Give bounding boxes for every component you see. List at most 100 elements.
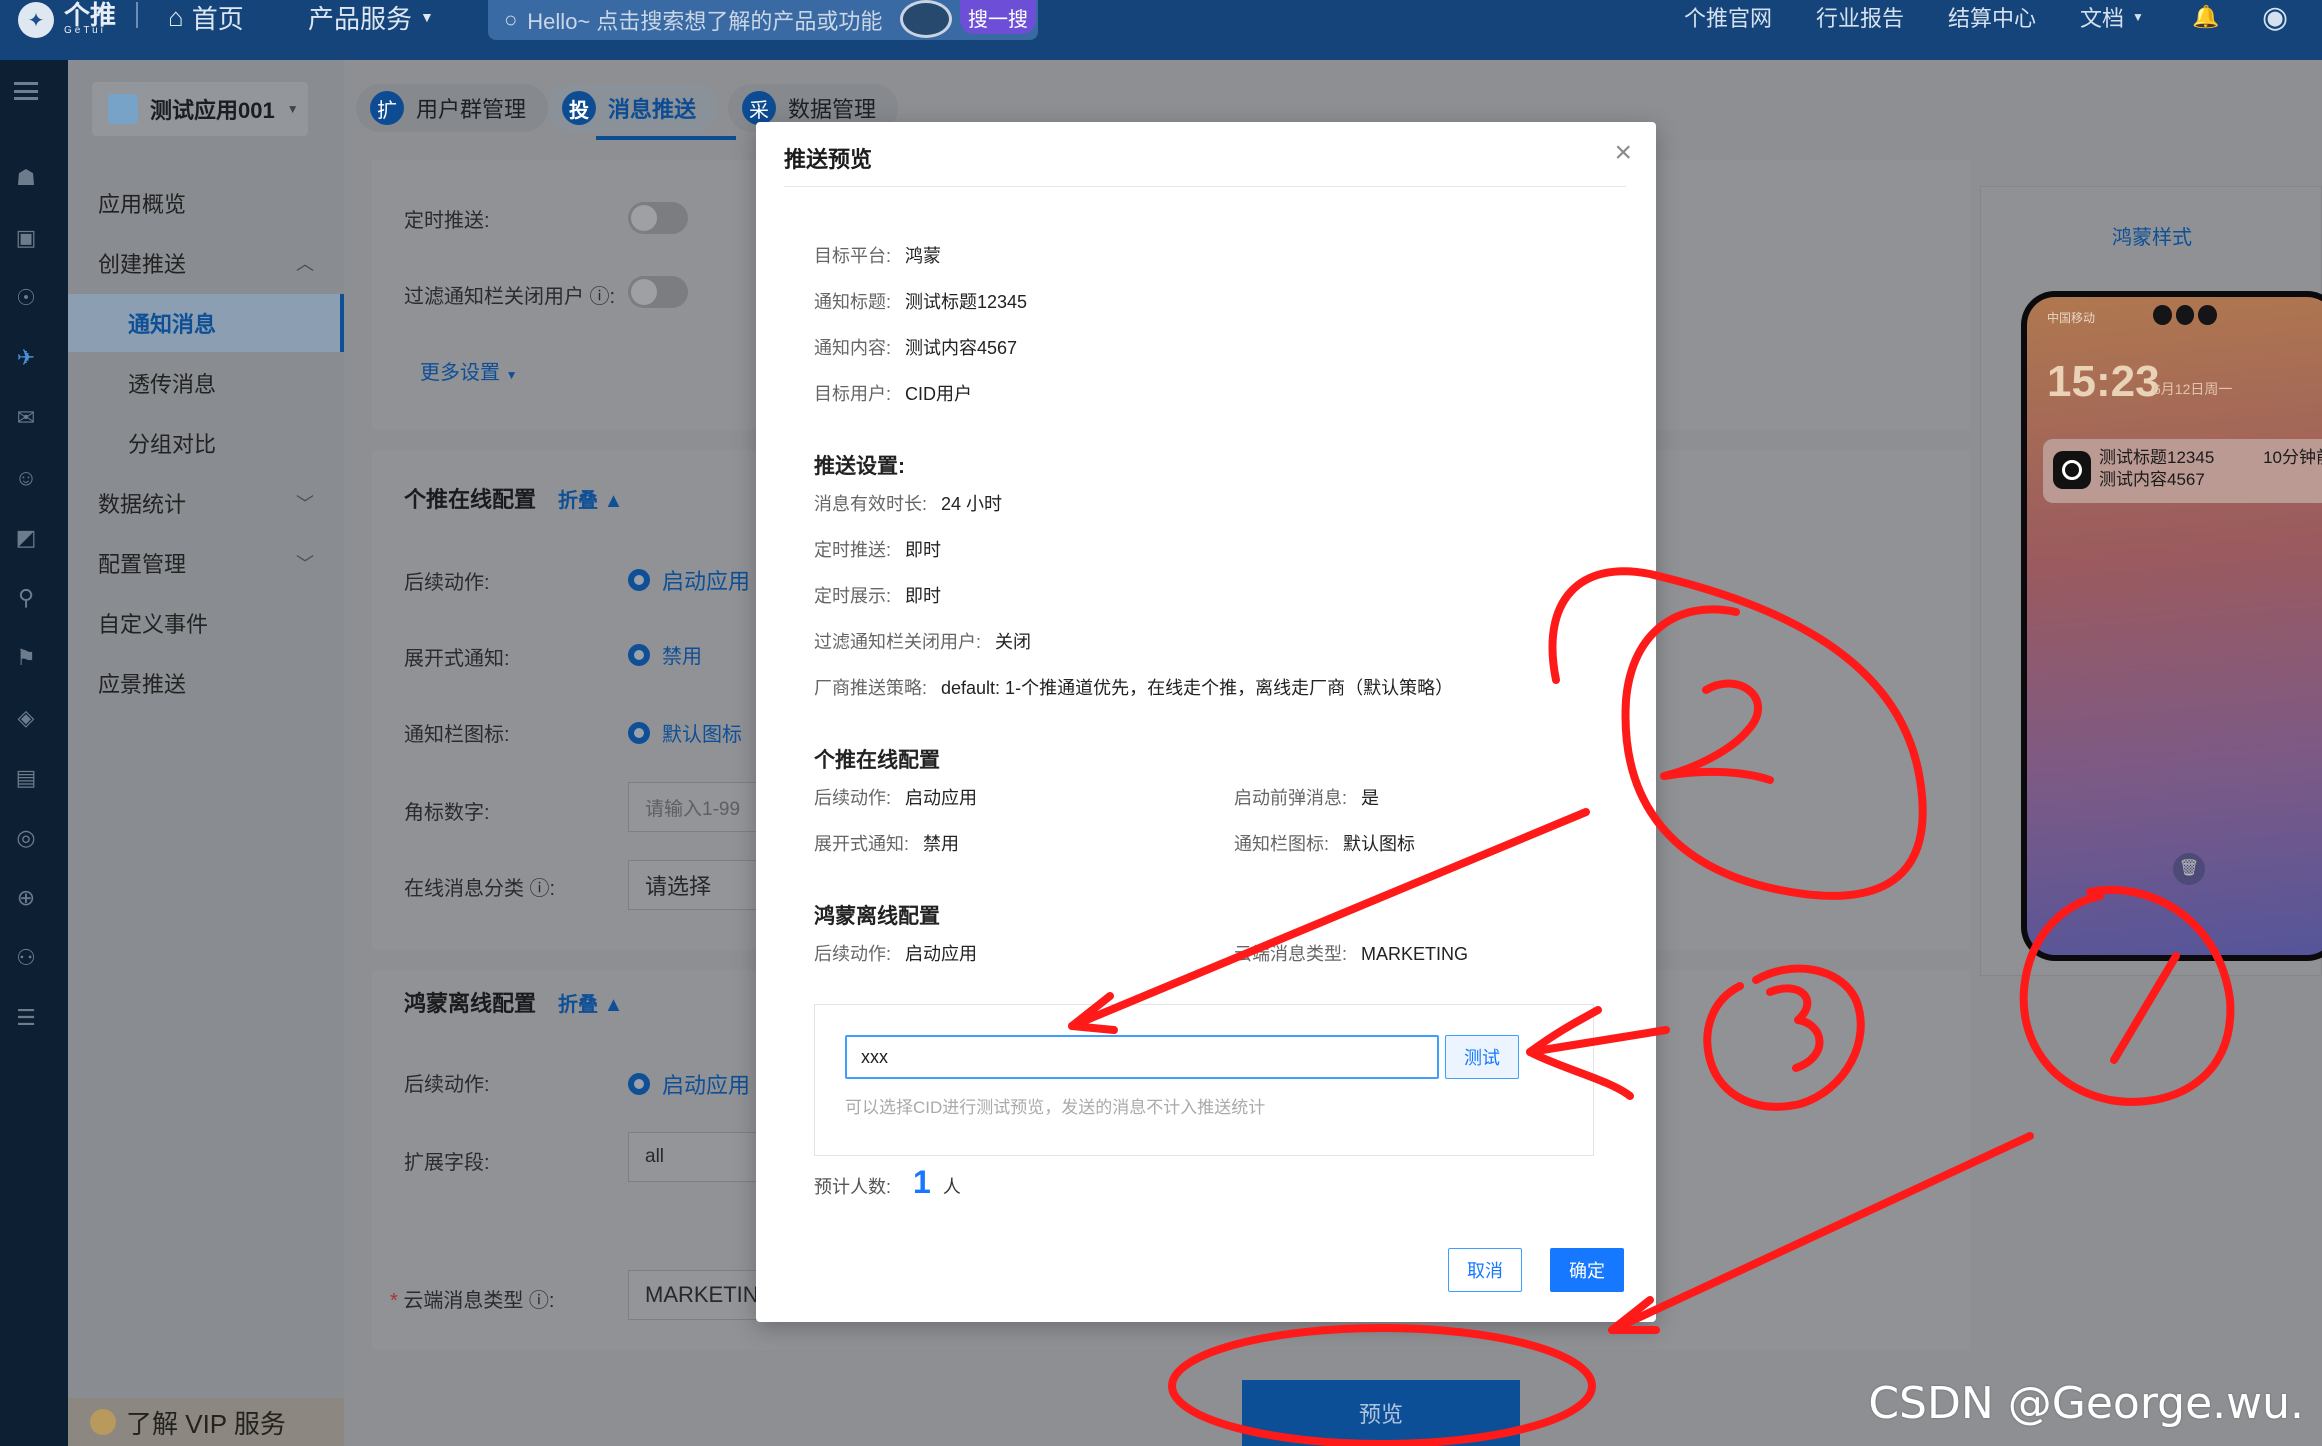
- app-selector[interactable]: 测试应用001 ▼: [92, 82, 308, 136]
- fold-toggle[interactable]: 折叠 ▲: [558, 988, 623, 1017]
- sidebar-item-notification[interactable]: 通知消息: [68, 294, 344, 352]
- magnifier-icon[interactable]: ⊕: [12, 886, 40, 910]
- mail-icon[interactable]: ✉: [12, 406, 40, 430]
- scheduled-push-label: 定时推送:: [404, 210, 490, 232]
- follow-action-radio[interactable]: 启动应用: [628, 564, 750, 596]
- kv-value: 即时: [905, 586, 942, 606]
- kv-vendor-strategy: 厂商推送策略: default: 1-个推通道优先，在线走个推，离线走厂商（默认策…: [814, 674, 1453, 700]
- kv-key: 通知栏图标:: [1234, 834, 1330, 854]
- notify-icon-label: 通知栏图标:: [404, 724, 510, 746]
- kv-online-follow-action: 后续动作: 启动应用: [814, 784, 977, 810]
- user-search-icon[interactable]: ⚲: [12, 586, 40, 610]
- chart-icon[interactable]: ◩: [12, 526, 40, 550]
- sidebar-item-config[interactable]: 配置管理 ﹀: [68, 534, 344, 592]
- sidebar-item-label: 创建推送: [98, 252, 187, 277]
- app-icon: [2053, 451, 2091, 489]
- icon-rail: ☗ ▣ ☉ ✈ ✉ ☺ ◩ ⚲ ⚑ ◈ ▤ ◎ ⊕ ⚇ ☰: [0, 60, 68, 1446]
- kv-target-users: 目标用户: CID用户: [814, 380, 972, 406]
- kv-value: 启动应用: [905, 788, 978, 808]
- caret-down-icon: ▼: [420, 9, 434, 25]
- harmony-config-title: 鸿蒙离线配置 折叠 ▲: [404, 986, 623, 1018]
- users-icon[interactable]: ☗: [12, 166, 40, 190]
- card-icon[interactable]: ▤: [12, 766, 40, 790]
- online-category-select[interactable]: 请选择: [628, 860, 758, 910]
- kv-value: 24 小时: [941, 494, 1003, 514]
- confirm-button[interactable]: 确定: [1550, 1248, 1624, 1292]
- filter-closed-users-toggle[interactable]: [628, 276, 688, 308]
- link-official-site[interactable]: 个推官网: [1684, 0, 1772, 34]
- scheduled-push-toggle[interactable]: [628, 202, 688, 234]
- bell-icon[interactable]: 🔔: [2192, 0, 2219, 34]
- badge-number-input[interactable]: 请输入1-99: [628, 782, 758, 832]
- fingerprint-icon[interactable]: ◎: [12, 826, 40, 850]
- sidebar-item-overview[interactable]: 应用概览: [68, 174, 344, 232]
- sidebar-item-passthrough[interactable]: 透传消息: [68, 354, 344, 412]
- tab-message-push[interactable]: 投 消息推送: [548, 84, 737, 140]
- cube-icon[interactable]: ◈: [12, 706, 40, 730]
- nav-home[interactable]: ⌂ 首页: [168, 0, 244, 34]
- cid-test-input[interactable]: [845, 1035, 1439, 1079]
- kv-key: 目标平台:: [814, 246, 892, 266]
- nav-products[interactable]: 产品服务 ▼: [308, 0, 434, 34]
- phone-mockup: 中国移动 15:23 6月12日周一 测试标题12345 测试内容4567 10…: [2021, 291, 2322, 961]
- kv-key: 过滤通知栏关闭用户:: [814, 632, 982, 652]
- cloud-type-select[interactable]: MARKETIN: [628, 1270, 759, 1320]
- chevron-up-icon: ︿: [296, 254, 314, 274]
- camera-island: [2153, 305, 2218, 325]
- kv-key: 定时展示:: [814, 586, 892, 606]
- app-cube-icon: [108, 94, 138, 124]
- test-preview-box: 测试 可以选择CID进行测试预览，发送的消息不计入推送统计: [814, 1004, 1594, 1156]
- fold-toggle[interactable]: 折叠 ▲: [558, 484, 623, 513]
- push-preview-dialog: 推送预览 × 目标平台: 鸿蒙 通知标题: 测试标题12345 通知内容: 测试内容4…: [756, 122, 1656, 1322]
- test-button[interactable]: 测试: [1445, 1035, 1519, 1079]
- sidebar-item-ab-compare[interactable]: 分组对比: [68, 414, 344, 472]
- user-avatar-icon[interactable]: ◉: [2262, 0, 2288, 34]
- global-search[interactable]: ○ Hello~ 点击搜索想了解的产品或功能: [488, 0, 1038, 40]
- assistant-robot-icon[interactable]: [900, 0, 952, 38]
- brand-logo[interactable]: ✦ 个推 GeTui: [18, 0, 116, 40]
- kv-expand-notify: 展开式通知: 禁用: [814, 830, 959, 856]
- estimate-label: 预计人数:: [814, 1177, 892, 1197]
- team-icon[interactable]: ⚇: [12, 946, 40, 970]
- cancel-button[interactable]: 取消: [1448, 1248, 1522, 1292]
- push-icon[interactable]: ✈: [12, 346, 40, 370]
- tag-icon[interactable]: ⚑: [12, 646, 40, 670]
- chevron-down-icon: ﹀: [296, 494, 314, 514]
- notification-time: 10分钟前: [2263, 448, 2322, 467]
- search-button[interactable]: 搜一搜: [960, 0, 1036, 34]
- server-icon[interactable]: ☰: [12, 1006, 40, 1030]
- kv-key: 厂商推送策略:: [814, 678, 928, 698]
- vip-service-link[interactable]: 了解 VIP 服务: [68, 1398, 344, 1446]
- sidebar-item-scene-push[interactable]: 应景推送: [68, 654, 344, 712]
- more-settings-link[interactable]: 更多设置 ▼: [420, 356, 517, 385]
- follow-action-label: 后续动作:: [404, 572, 490, 594]
- kv-key: 通知内容:: [814, 338, 892, 358]
- tab-label: 用户群管理: [416, 97, 527, 122]
- link-industry-report[interactable]: 行业报告: [1816, 0, 1904, 34]
- tab-badge: 投: [562, 91, 596, 125]
- ext-field-select[interactable]: all: [628, 1132, 758, 1182]
- harmony-follow-action-radio[interactable]: 启动应用: [628, 1068, 750, 1100]
- link-billing[interactable]: 结算中心: [1948, 0, 2036, 34]
- sidebar-item-custom-events[interactable]: 自定义事件: [68, 594, 344, 652]
- link-docs[interactable]: 文档 ▼: [2080, 0, 2144, 34]
- phone-style-label[interactable]: 鸿蒙样式: [1981, 221, 2322, 250]
- sidebar-item-create-push[interactable]: 创建推送 ︿: [68, 234, 344, 292]
- notify-icon-radio[interactable]: 默认图标: [628, 718, 742, 747]
- watermark: CSDN @George.wu.: [1868, 1378, 2304, 1429]
- group-icon[interactable]: ☉: [12, 286, 40, 310]
- dialog-title: 推送预览: [784, 147, 873, 172]
- expand-notify-radio[interactable]: 禁用: [628, 640, 702, 669]
- tab-user-groups[interactable]: 扩 用户群管理: [356, 84, 549, 132]
- sidebar-item-statistics[interactable]: 数据统计 ﹀: [68, 474, 344, 532]
- menu-toggle-icon[interactable]: [14, 82, 38, 100]
- vip-crown-icon: [90, 1409, 116, 1435]
- gallery-icon[interactable]: ▣: [12, 226, 40, 250]
- app-name: 测试应用001: [150, 98, 275, 123]
- close-icon[interactable]: ×: [1614, 138, 1632, 168]
- sidebar-item-label: 配置管理: [98, 552, 187, 577]
- robot-icon[interactable]: ☺: [12, 466, 40, 490]
- preview-button[interactable]: 预览: [1242, 1380, 1520, 1446]
- trash-icon[interactable]: 🗑: [2173, 853, 2205, 885]
- test-hint: 可以选择CID进行测试预览，发送的消息不计入推送统计: [845, 1098, 1266, 1117]
